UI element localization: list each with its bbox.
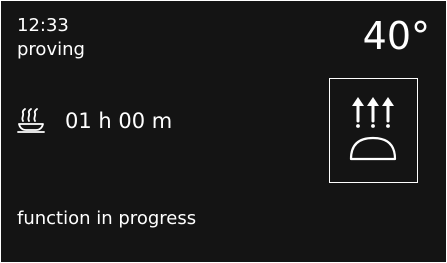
proving-function-icon xyxy=(349,97,397,161)
duration-row[interactable]: 01 h 00 m xyxy=(17,105,172,137)
duration-value: 01 h 00 m xyxy=(65,109,173,133)
clock: 12:33 xyxy=(17,15,69,36)
mode-label: proving xyxy=(17,39,85,60)
status-message: function in progress xyxy=(17,208,197,229)
function-icon-tile[interactable] xyxy=(329,78,418,183)
oven-display: 12:33 proving 40° 01 h 00 m function in … xyxy=(1,1,446,262)
proving-dough-icon xyxy=(17,108,45,133)
temperature-display[interactable]: 40° xyxy=(363,13,430,59)
